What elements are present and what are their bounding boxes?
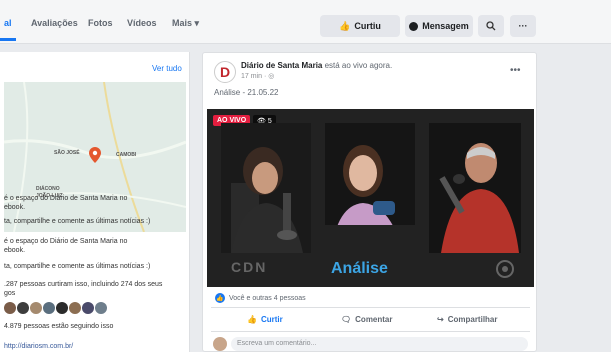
likes-count: .287 pessoas curtiram isso, incluindo 27… xyxy=(4,281,163,288)
comment-icon: 🗨 xyxy=(341,315,352,324)
avatar xyxy=(82,302,94,314)
avatar xyxy=(43,302,55,314)
tab-reviews[interactable]: Avaliações xyxy=(31,18,78,28)
comment-button[interactable]: 🗨 Comentar xyxy=(341,315,393,324)
see-all-link[interactable]: Ver tudo xyxy=(152,64,182,73)
more-dots-icon: ··· xyxy=(518,21,528,31)
person-silhouette-icon xyxy=(429,123,521,253)
comment-input[interactable]: Escreva um comentário... xyxy=(231,337,528,351)
like-label: Curtir xyxy=(260,315,283,324)
cdn-logo: CDN xyxy=(231,259,268,275)
about-text: ta, compartilhe e comente as últimas not… xyxy=(4,263,151,270)
like-post-button[interactable]: 👍 Curtir xyxy=(247,315,283,324)
message-label: Mensagem xyxy=(422,21,469,31)
map-label: SÃO JOSÉ xyxy=(54,150,80,156)
avatar xyxy=(69,302,81,314)
person-silhouette-icon xyxy=(325,123,415,253)
left-column: Ver tudo SÃO JOSÉ CAMOBI DIÁCONO JOÃO LU… xyxy=(0,52,190,352)
tab-videos[interactable]: Vídeos xyxy=(127,18,157,28)
live-post-card: D Diário de Santa Maria está ao vivo ago… xyxy=(202,52,537,352)
about-text: ta, compartilhe e comente as últimas not… xyxy=(4,218,151,225)
tab-home[interactable]: al xyxy=(4,18,12,28)
friends-avatars[interactable] xyxy=(4,302,107,314)
thumbs-up-icon: 👍 xyxy=(339,20,351,31)
page-nav-bar: al Avaliações Fotos Vídeos Mais ▾ 👍 Curt… xyxy=(0,0,611,44)
program-logo: Análise xyxy=(331,260,388,277)
comment-composer: Escreva um comentário... xyxy=(213,337,528,351)
message-button[interactable]: Mensagem xyxy=(405,15,473,37)
thumbs-up-icon: 👍 xyxy=(247,315,257,324)
map-label: CAMOBI xyxy=(116,152,137,158)
avatar xyxy=(95,302,107,314)
person-silhouette-icon xyxy=(221,123,311,253)
website-link[interactable]: http://diariosm.com.br/ xyxy=(4,342,73,351)
location-map[interactable]: SÃO JOSÉ CAMOBI DIÁCONO JOÃO LUIZ xyxy=(4,82,186,232)
live-status: está ao vivo agora. xyxy=(322,61,393,70)
followers-count: 4.879 pessoas estão seguindo isso xyxy=(4,323,114,330)
avatar xyxy=(17,302,29,314)
post-header: Diário de Santa Maria está ao vivo agora… xyxy=(241,61,392,70)
tab-photos[interactable]: Fotos xyxy=(88,18,113,28)
reactions-summary[interactable]: 👍 Você e outras 4 pessoas xyxy=(215,293,306,303)
liked-label: Curtiu xyxy=(354,21,381,31)
post-time: 17 min · xyxy=(241,73,269,80)
user-avatar xyxy=(213,337,227,351)
comment-label: Comentar xyxy=(355,315,393,324)
divider xyxy=(211,307,530,308)
camera-feed-center xyxy=(325,123,415,253)
share-icon: ↪ xyxy=(437,315,444,324)
author-name[interactable]: Diário de Santa Maria xyxy=(241,61,322,70)
more-options-button[interactable]: ··· xyxy=(510,15,536,37)
about-text: é o espaço do Diário de Santa Maria no xyxy=(4,238,128,245)
avatar xyxy=(56,302,68,314)
search-icon xyxy=(486,21,496,31)
camera-feed-right xyxy=(429,123,521,253)
liked-button[interactable]: 👍 Curtiu xyxy=(320,15,400,37)
reactions-text: Você e outras 4 pessoas xyxy=(229,294,306,302)
share-label: Compartilhar xyxy=(447,315,498,324)
website-url[interactable]: http://diariosm.com.br/ xyxy=(4,343,73,350)
avatar xyxy=(30,302,42,314)
divider xyxy=(211,331,530,332)
like-reaction-icon: 👍 xyxy=(215,293,225,303)
post-options-icon[interactable]: ••• xyxy=(510,65,521,76)
messenger-icon xyxy=(409,21,419,31)
tab-active-indicator xyxy=(0,38,16,41)
about-text: ebook. xyxy=(4,247,26,254)
share-button[interactable]: ↪ Compartilhar xyxy=(437,315,498,324)
likes-count-cont: gos xyxy=(4,290,16,297)
avatar xyxy=(4,302,16,314)
live-video-player[interactable]: AO VIVO 👁 5 CDN Análise xyxy=(207,109,534,287)
about-text: é o espaço do Diário de Santa Maria no xyxy=(4,195,128,202)
channel-watermark-icon xyxy=(496,260,514,278)
map-pin-icon xyxy=(89,147,101,163)
page-avatar[interactable]: D xyxy=(214,61,236,83)
post-text: Análise - 21.05.22 xyxy=(214,88,279,97)
tab-more[interactable]: Mais ▾ xyxy=(172,18,199,29)
map-label: DIÁCONO xyxy=(36,186,60,192)
camera-feed-left xyxy=(221,123,311,253)
about-text: ebook. xyxy=(4,204,26,211)
search-button[interactable] xyxy=(478,15,504,37)
post-timestamp[interactable]: 17 min · ◎ xyxy=(241,72,274,80)
globe-icon: ◎ xyxy=(268,73,275,80)
